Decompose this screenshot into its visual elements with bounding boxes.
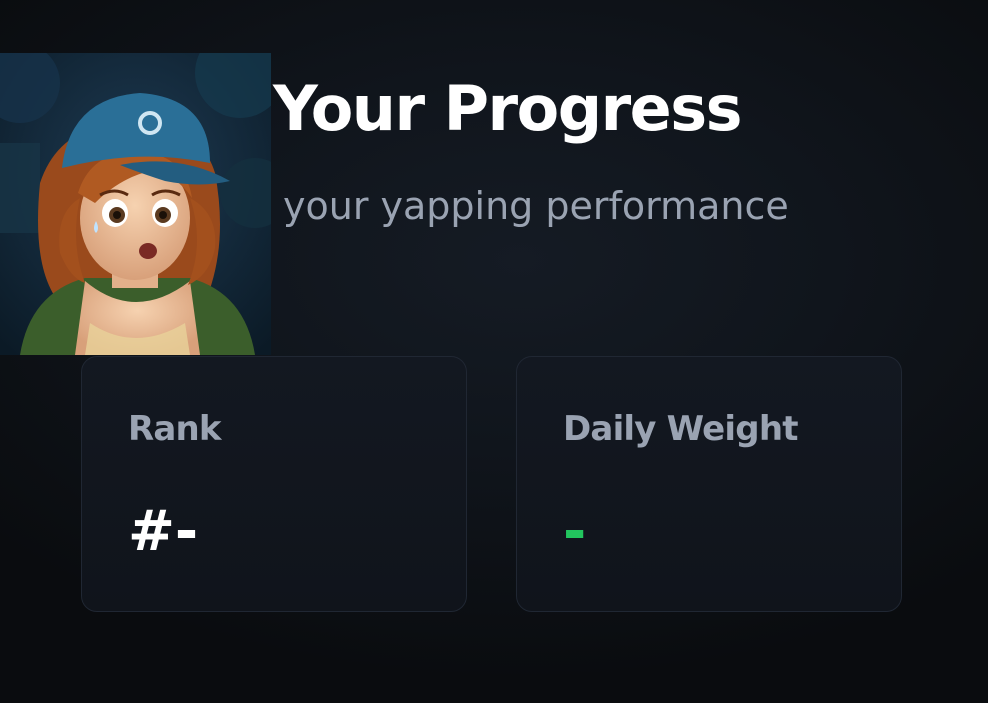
daily-weight-value: -: [563, 499, 587, 564]
avatar: [0, 53, 271, 355]
daily-weight-label: Daily Weight: [563, 409, 798, 449]
page-title: Your Progress: [273, 72, 743, 145]
daily-weight-card: Daily Weight -: [516, 356, 902, 612]
rank-label: Rank: [128, 409, 222, 449]
progress-page: Your Progress your yapping performance R…: [0, 0, 988, 703]
rank-value: #-: [128, 499, 199, 564]
page-subtitle: your yapping performance: [283, 184, 789, 228]
rank-card: Rank #-: [81, 356, 467, 612]
